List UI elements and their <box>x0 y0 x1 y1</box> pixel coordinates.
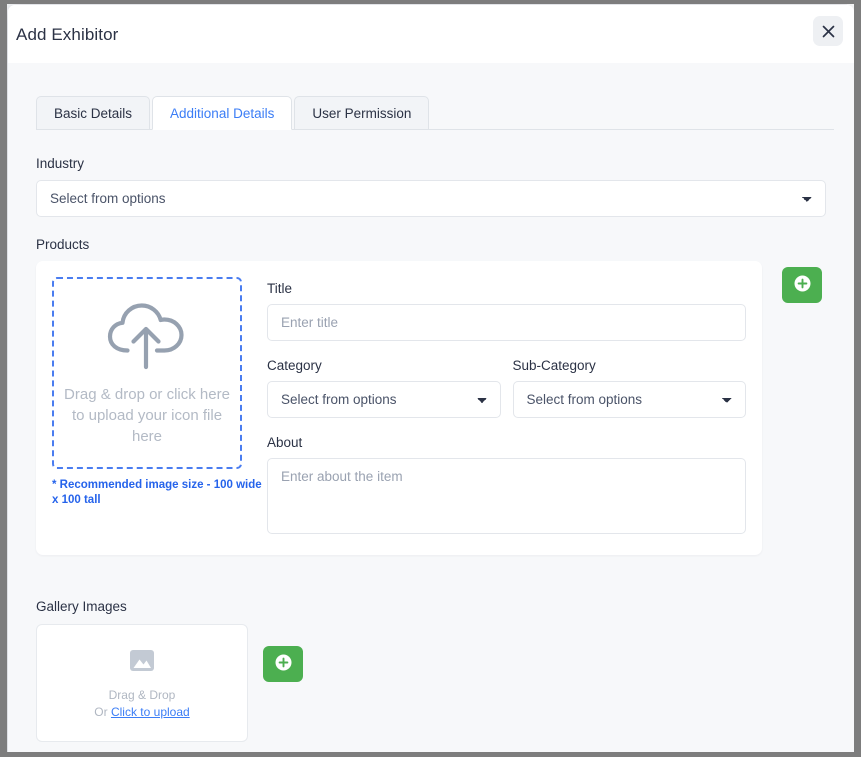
gallery-or-text: Or <box>94 705 111 719</box>
gallery-dropzone[interactable]: Drag & Drop Or Click to upload <box>36 624 248 742</box>
dropzone-text: Drag & drop or click here to upload your… <box>64 386 230 445</box>
product-icon-dropzone[interactable]: Drag & drop or click here to upload your… <box>52 277 242 469</box>
add-gallery-image-button[interactable] <box>263 646 303 682</box>
browser-frame-bottom <box>0 752 861 757</box>
products-row: Drag & drop or click here to upload your… <box>36 261 826 555</box>
product-about-textarea[interactable] <box>267 458 746 534</box>
page-title: Add Exhibitor <box>16 25 119 44</box>
product-title-input[interactable] <box>267 304 746 341</box>
modal-header: Add Exhibitor <box>8 5 854 63</box>
browser-frame-left <box>0 0 7 757</box>
plus-circle-icon <box>274 653 293 675</box>
gallery-images-label: Gallery Images <box>36 599 127 614</box>
plus-circle-icon <box>793 274 812 296</box>
product-upload-column: Drag & drop or click here to upload your… <box>52 277 262 539</box>
cloud-upload-icon <box>103 299 191 378</box>
modal-body: Basic Details Additional Details User Pe… <box>8 96 854 757</box>
product-category-label: Category <box>267 358 322 373</box>
browser-frame-right <box>854 0 861 757</box>
gallery-or-line: Or Click to upload <box>94 704 189 721</box>
close-button[interactable] <box>813 16 843 46</box>
gallery-row: Drag & Drop Or Click to upload <box>36 624 826 742</box>
add-product-button[interactable] <box>782 267 822 303</box>
form-area: Industry Select from options Products Dr… <box>8 156 854 742</box>
recommended-size-note: * Recommended image size - 100 wide x 10… <box>52 479 262 506</box>
industry-select[interactable]: Select from options <box>36 180 826 217</box>
image-placeholder-icon <box>127 645 157 680</box>
product-fields: Title Category Select from options <box>267 277 746 539</box>
product-title-label: Title <box>267 281 293 296</box>
gallery-dragdrop-text: Drag & Drop <box>108 688 176 702</box>
product-category-select[interactable]: Select from options <box>267 381 501 418</box>
product-subcategory-select[interactable]: Select from options <box>512 381 746 418</box>
industry-label: Industry <box>36 156 85 171</box>
gallery-click-to-upload-link[interactable]: Click to upload <box>111 705 190 719</box>
tab-user-permission[interactable]: User Permission <box>294 96 430 130</box>
tab-bar: Basic Details Additional Details User Pe… <box>8 96 854 130</box>
add-exhibitor-modal: Add Exhibitor Basic Details Additional D… <box>8 5 854 757</box>
product-subcategory-group: Sub-Category Select from options <box>512 358 746 418</box>
close-icon <box>822 25 835 38</box>
product-category-group: Category Select from options <box>267 358 501 418</box>
product-subcategory-label: Sub-Category <box>512 358 596 373</box>
product-card: Drag & drop or click here to upload your… <box>36 261 762 555</box>
browser-frame-top <box>0 0 861 4</box>
product-about-label: About <box>267 435 303 450</box>
products-label: Products <box>36 237 90 252</box>
browser-viewport: Add Exhibitor Basic Details Additional D… <box>0 0 861 757</box>
tab-additional-details[interactable]: Additional Details <box>152 96 293 130</box>
tab-basic-details[interactable]: Basic Details <box>36 96 151 130</box>
